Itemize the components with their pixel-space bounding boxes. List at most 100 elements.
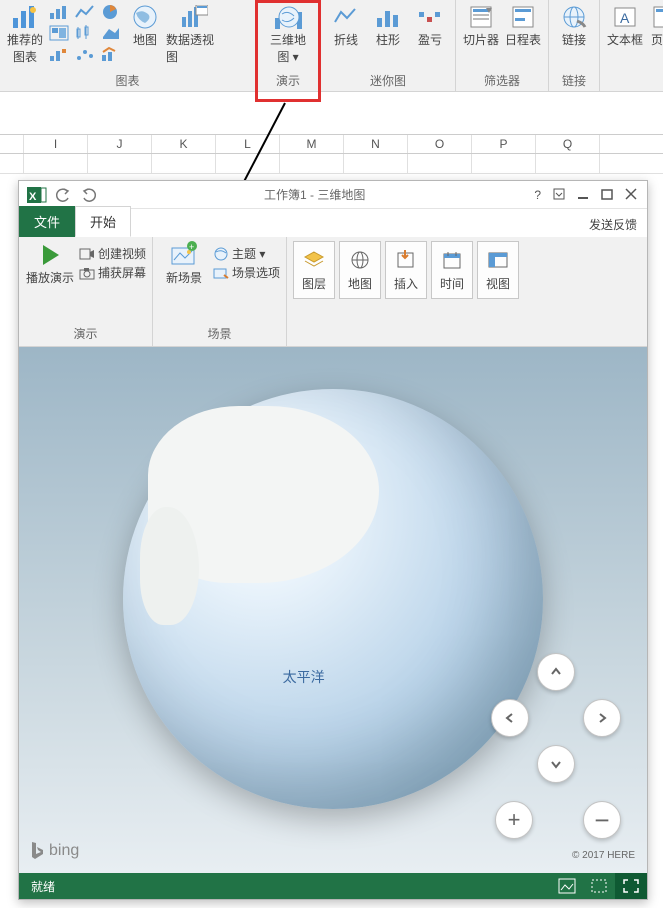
link-button[interactable]: 链接 [553,2,595,48]
link-label: 链接 [562,31,586,48]
tile-layer-label: 图层 [302,275,326,292]
pan-left-button[interactable] [491,699,529,737]
pivot-chart-icon [180,4,208,30]
status-picture-icon[interactable] [551,873,583,899]
map-group-demo: 播放演示 创建视频 捕获屏幕 演示 [19,237,153,346]
3d-map-button[interactable]: 三维地 图 ▾ [260,2,316,65]
hierarchy-chart-icon[interactable] [48,24,70,42]
create-video-label: 创建视频 [98,245,146,262]
recommended-charts-label: 推荐的 图表 [7,31,43,65]
col-I[interactable]: I [24,135,88,153]
maximize-icon[interactable] [601,188,613,202]
new-scene-label: 新场景 [166,269,202,286]
send-feedback-link[interactable]: 发送反馈 [589,216,647,237]
pan-down-button[interactable] [537,745,575,783]
help-icon[interactable]: ? [534,188,541,202]
nav-pad [491,653,621,783]
sparkline-line-button[interactable]: 折线 [325,2,367,48]
pivot-chart-button[interactable]: 数据透视图 [166,2,222,65]
titlebar: X 工作簿1 - 三维地图 ? [19,181,647,209]
new-scene-button[interactable]: + 新场景 [159,241,209,286]
map-canvas[interactable]: 太平洋 bing © 2017 HERE + − [19,347,647,873]
map-ribbon: 播放演示 创建视频 捕获屏幕 演示 + [19,237,647,347]
minimize-icon[interactable] [577,188,589,202]
line-chart-icon[interactable] [74,3,96,21]
play-demo-button[interactable]: 播放演示 [25,241,75,286]
3d-map-icon [274,4,302,30]
layer-icon [303,249,325,271]
col-M[interactable]: M [280,135,344,153]
sparkline-column-button[interactable]: 柱形 [367,2,409,48]
combo-chart-icon[interactable] [100,45,122,63]
map-attribution: © 2017 HERE [572,850,635,861]
header-icon [649,4,663,30]
tile-layer-button[interactable]: 图层 [293,241,335,299]
theme-button[interactable]: 主题 ▾ [213,245,280,262]
recommended-charts-button[interactable]: 推荐的 图表 [4,2,46,65]
map-group-tiles: 图层 地图 插入 时间 视图 [287,237,525,346]
zoom-out-button[interactable]: − [583,801,621,839]
globe[interactable]: 太平洋 [123,389,543,809]
surface-chart-icon[interactable] [100,24,122,42]
ribbon-group-demo: 三维地 图 ▾ 演示 [256,0,321,92]
tile-map-label: 地图 [348,275,372,292]
tab-file[interactable]: 文件 [19,206,75,237]
video-icon [79,247,95,261]
3d-map-label: 三维地 图 ▾ [270,31,306,65]
map-chart-icon [131,4,159,30]
status-select-icon[interactable] [583,873,615,899]
bing-logo: bing [29,841,79,861]
map-group-scene: + 新场景 主题 ▾ 场景选项 场景 [153,237,287,346]
close-icon[interactable] [625,188,637,202]
map-chart-button[interactable]: 地图 [124,2,166,48]
stats-chart-icon[interactable] [74,24,96,42]
col-P[interactable]: P [472,135,536,153]
window-title: 工作簿1 - 三维地图 [105,186,524,203]
col-L[interactable]: L [216,135,280,153]
tile-view-button[interactable]: 视图 [477,241,519,299]
status-fullscreen-icon[interactable] [615,873,647,899]
sparkline-winloss-button[interactable]: 盈亏 [409,2,451,48]
bar-chart-icon[interactable] [48,3,70,21]
header-button[interactable]: 页眉 [646,2,663,48]
slicer-button[interactable]: 切片器 [460,2,502,48]
col-Q[interactable]: Q [536,135,600,153]
tile-map-button[interactable]: 地图 [339,241,381,299]
tile-insert-label: 插入 [394,275,418,292]
tab-start[interactable]: 开始 [75,206,131,237]
ribbon-group-sparklines: 折线 柱形 盈亏 迷你图 [321,0,456,92]
scatter-chart-icon[interactable] [74,45,96,63]
play-demo-label: 播放演示 [26,269,74,286]
timeline-button[interactable]: 日程表 [502,2,544,48]
tile-time-button[interactable]: 时间 [431,241,473,299]
sparkline-column-label: 柱形 [376,31,400,48]
capture-screen-button[interactable]: 捕获屏幕 [79,264,146,281]
pan-up-button[interactable] [537,653,575,691]
link-icon [560,4,588,30]
textbox-button[interactable]: A 文本框 [604,2,646,48]
svg-text:X: X [29,191,37,203]
create-video-button[interactable]: 创建视频 [79,245,146,262]
pan-right-button[interactable] [583,699,621,737]
col-J[interactable]: J [88,135,152,153]
ribbon-tabs: 文件 开始 发送反馈 [19,209,647,237]
3d-map-window: X 工作簿1 - 三维地图 ? 文件 开始 发送反馈 播放演示 [18,180,648,900]
textbox-label: 文本框 [607,31,643,48]
waterfall-chart-icon[interactable] [48,45,70,63]
redo-icon[interactable] [81,187,97,203]
scene-options-button[interactable]: 场景选项 [213,264,280,281]
new-scene-icon: + [169,241,199,269]
col-N[interactable]: N [344,135,408,153]
ribbon-options-icon[interactable] [553,188,565,202]
excel-ribbon: 推荐的 图表 地图 数据透视图 [0,0,663,92]
chart-type-stack-1 [46,2,72,64]
pie-chart-icon[interactable] [100,3,122,21]
col-O[interactable]: O [408,135,472,153]
ribbon-group-charts: 推荐的 图表 地图 数据透视图 [0,0,256,92]
zoom-in-button[interactable]: + [495,801,533,839]
undo-icon[interactable] [55,187,71,203]
play-icon [35,241,65,269]
cells-row [0,154,663,174]
tile-insert-button[interactable]: 插入 [385,241,427,299]
col-K[interactable]: K [152,135,216,153]
